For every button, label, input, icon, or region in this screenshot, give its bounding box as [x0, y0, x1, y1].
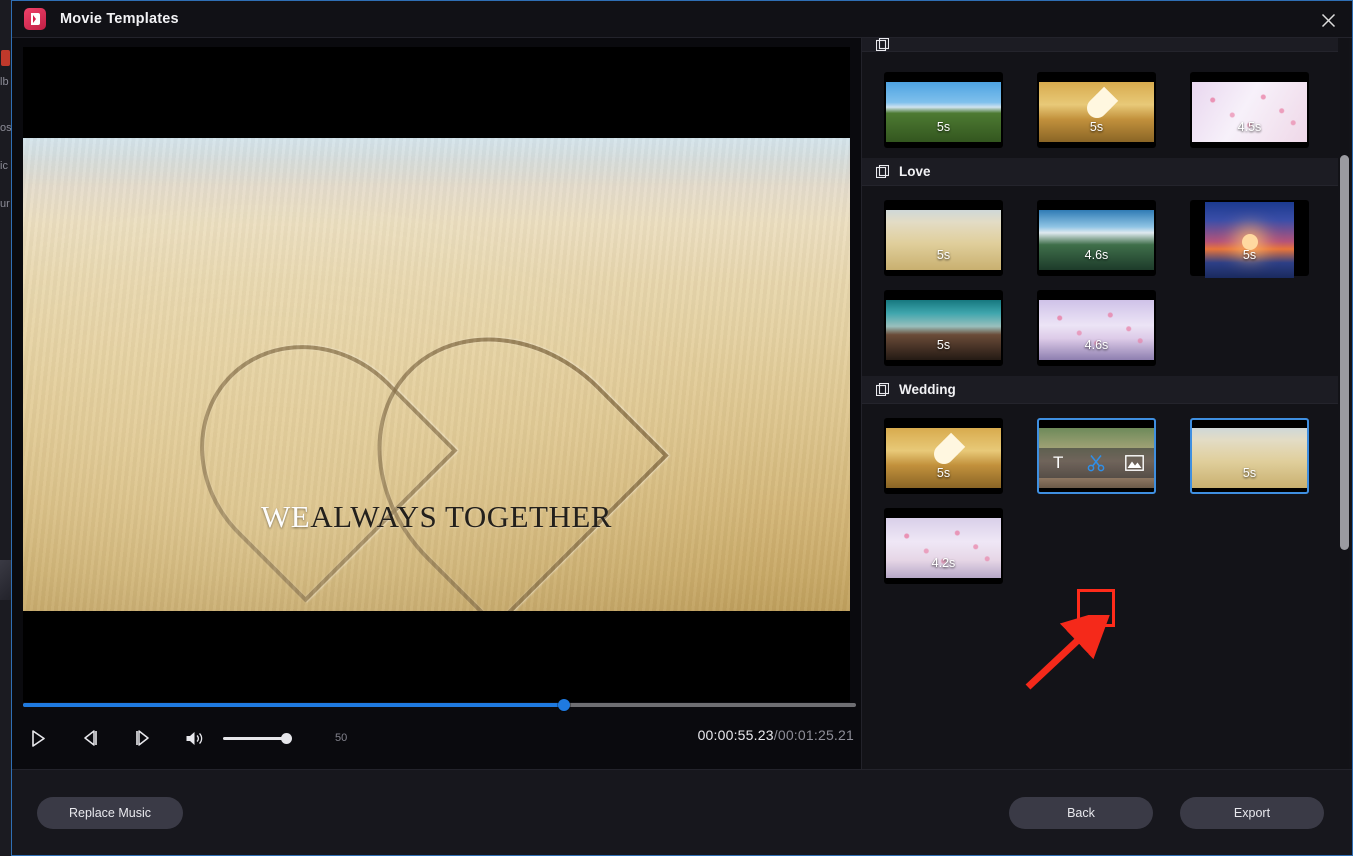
- dialog-footer: Replace Music Back Export: [12, 769, 1352, 855]
- section-label-wedding: Wedding: [899, 382, 956, 397]
- background-media-thumbnail: [0, 560, 11, 600]
- seek-bar-playhead[interactable]: [558, 699, 571, 711]
- caption-highlight: WE: [261, 499, 311, 534]
- templates-scrollbar-thumb[interactable]: [1340, 154, 1349, 550]
- template-grid-0: 5s 5s 4.5s: [862, 52, 1338, 158]
- current-time: 00:00:55.23: [697, 727, 774, 743]
- template-card-mountain-lake[interactable]: 4.6s: [1037, 200, 1156, 276]
- template-hover-toolbar: T: [1039, 448, 1154, 478]
- templates-pane: 5s 5s 4.5s Love 5s 4.6s 5s 5s 4.6s Weddi…: [861, 38, 1352, 769]
- template-card-sand-heart-wedding[interactable]: 5s: [1190, 418, 1309, 494]
- dialog-title: Movie Templates: [60, 11, 179, 27]
- total-time: 00:01:25.21: [777, 727, 854, 743]
- thumbnail-art: [886, 210, 1001, 270]
- movie-templates-dialog: Movie Templates WEALWAYS TOGETHER 50 00:…: [11, 0, 1353, 856]
- previous-frame-icon[interactable]: [75, 725, 105, 751]
- stack-icon: [876, 165, 889, 178]
- thumbnail-art: [886, 428, 1001, 488]
- playback-controls: 50 00:00:55.23/00:01:25.21: [23, 723, 856, 753]
- seek-bar[interactable]: [23, 699, 856, 711]
- template-card-pink-petals[interactable]: 4.5s: [1190, 72, 1309, 148]
- playback-transport: 50 00:00:55.23/00:01:25.21: [23, 699, 856, 753]
- replace-music-button[interactable]: Replace Music: [37, 796, 183, 829]
- thumbnail-art: [886, 518, 1001, 578]
- sand-heart-right-shape: [322, 282, 669, 611]
- stack-icon: [876, 383, 889, 396]
- text-tool-label: T: [1052, 453, 1064, 472]
- thumbnail-art: [886, 82, 1001, 142]
- section-header-partial[interactable]: [862, 38, 1338, 52]
- section-header-love[interactable]: Love: [862, 158, 1338, 186]
- background-app-logo-icon: [1, 50, 10, 66]
- volume-value: 50: [335, 732, 348, 744]
- template-grid-love: 5s 4.6s 5s 5s 4.6s: [862, 186, 1338, 376]
- scissors-cut-icon[interactable]: [1079, 449, 1113, 477]
- section-header-wedding[interactable]: Wedding: [862, 376, 1338, 404]
- next-frame-icon[interactable]: [127, 725, 157, 751]
- thumbnail-art: [1205, 202, 1294, 278]
- preview-caption-text: WEALWAYS TOGETHER: [23, 499, 850, 535]
- image-replace-icon[interactable]: [1118, 449, 1152, 477]
- play-icon[interactable]: [23, 725, 53, 751]
- volume-slider[interactable]: [223, 732, 292, 744]
- template-card-wedding-couple[interactable]: T: [1037, 418, 1156, 494]
- volume-icon[interactable]: [179, 725, 209, 751]
- thumbnail-art: [1039, 210, 1154, 270]
- templates-scrollbar[interactable]: [1340, 38, 1349, 769]
- template-card-sand-heart[interactable]: 5s: [884, 200, 1003, 276]
- preview-pane: WEALWAYS TOGETHER 50 00:00:55.23/00:01:2…: [12, 38, 861, 769]
- template-card-hands-heart-wedding[interactable]: 5s: [884, 418, 1003, 494]
- thumbnail-art: [1192, 428, 1307, 488]
- template-grid-wedding: 5s T 5s 4.2s: [862, 404, 1338, 594]
- template-card-ocean-sunset[interactable]: 5s: [1190, 200, 1309, 278]
- close-icon[interactable]: [1314, 7, 1342, 33]
- export-button[interactable]: Export: [1180, 796, 1324, 829]
- thumbnail-art: [1039, 300, 1154, 360]
- template-card-hands-heart[interactable]: 5s: [1037, 72, 1156, 148]
- dialog-titlebar: Movie Templates: [12, 1, 1352, 38]
- thumbnail-art: [1039, 82, 1154, 142]
- thumbnail-art: [886, 300, 1001, 360]
- template-card-dusk-silhouette[interactable]: 5s: [884, 290, 1003, 366]
- caption-rest: ALWAYS TOGETHER: [310, 499, 612, 534]
- stack-icon: [876, 38, 889, 51]
- video-preview[interactable]: WEALWAYS TOGETHER: [23, 47, 850, 702]
- template-card-falling-petals[interactable]: 4.2s: [884, 508, 1003, 584]
- filmora-logo-icon: [24, 8, 46, 30]
- template-card-bike-couple[interactable]: 5s: [884, 72, 1003, 148]
- preview-scene-sand-hearts: [23, 138, 850, 611]
- section-label-love: Love: [899, 164, 931, 179]
- sand-heart-left-shape: [153, 298, 458, 603]
- text-tool-icon[interactable]: T: [1041, 449, 1075, 477]
- back-button[interactable]: Back: [1009, 796, 1153, 829]
- thumbnail-art: [1192, 82, 1307, 142]
- seek-bar-fill: [23, 703, 565, 707]
- template-card-blossom[interactable]: 4.6s: [1037, 290, 1156, 366]
- dialog-body: WEALWAYS TOGETHER 50 00:00:55.23/00:01:2…: [12, 38, 1352, 769]
- timecode-display: 00:00:55.23/00:01:25.21: [698, 727, 854, 743]
- volume-slider-knob[interactable]: [281, 732, 292, 744]
- templates-scroll-area[interactable]: 5s 5s 4.5s Love 5s 4.6s 5s 5s 4.6s Weddi…: [862, 38, 1338, 769]
